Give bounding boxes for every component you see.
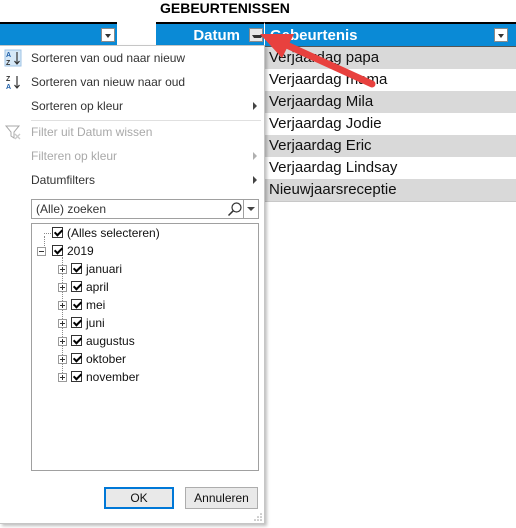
ok-button[interactable]: OK [104, 487, 174, 509]
checkbox-checked[interactable] [52, 227, 63, 238]
clear-filter-label: Filter uit Datum wissen [31, 125, 153, 139]
filter-menu: A Z Sorteren van oud naar nieuw Z A Sort… [0, 45, 265, 524]
svg-text:Z: Z [6, 76, 11, 83]
cancel-button[interactable]: Annuleren [185, 487, 258, 509]
submenu-arrow-icon [253, 152, 257, 160]
sort-descending-item[interactable]: Z A Sorteren van nieuw naar oud [0, 71, 265, 93]
header-cell-left [0, 22, 117, 47]
filter-by-color-item[interactable]: Filteren op kleur [0, 145, 265, 167]
checkbox-checked[interactable] [71, 299, 82, 310]
expand-toggle-icon[interactable] [58, 355, 67, 364]
checkbox-checked[interactable] [71, 281, 82, 292]
checkbox-checked[interactable] [71, 353, 82, 364]
expand-toggle-icon[interactable] [58, 319, 67, 328]
sort-by-color-item[interactable]: Sorteren op kleur [0, 95, 265, 117]
sort-ascending-icon: A Z [4, 49, 22, 67]
tree-item-label: mei [86, 298, 106, 312]
svg-text:A: A [6, 52, 11, 59]
tree-item-label: april [86, 280, 109, 294]
expand-toggle-icon[interactable] [58, 337, 67, 346]
checkbox-checked[interactable] [52, 245, 63, 256]
checkbox-checked[interactable] [71, 335, 82, 346]
tree-item-label: augustus [86, 334, 135, 348]
tree-item-label: november [86, 370, 140, 384]
search-icon [227, 202, 242, 217]
sheet-title: GEBEURTENISSEN [160, 0, 290, 16]
expand-toggle-icon[interactable] [58, 265, 67, 274]
svg-text:Z: Z [6, 60, 11, 67]
filter-value-tree: (Alles selecteren) 2019 januari april me… [31, 223, 259, 471]
tree-item-label: juni [86, 316, 105, 330]
expand-toggle-icon[interactable] [58, 301, 67, 310]
tree-item-label: januari [86, 262, 123, 276]
header-cell-datum: Datum [156, 22, 265, 47]
table-row[interactable]: Verjaardag Lindsay [265, 157, 516, 179]
header-datum-label: Datum [193, 27, 240, 44]
search-options-dropdown[interactable] [243, 200, 258, 218]
sort-ascending-label: Sorteren van oud naar nieuw [31, 51, 186, 65]
checkbox-checked[interactable] [71, 371, 82, 382]
expand-toggle-icon[interactable] [58, 283, 67, 292]
clear-filter-item[interactable]: Filter uit Datum wissen [0, 121, 265, 143]
table-row[interactable]: Nieuwjaarsreceptie [265, 179, 516, 201]
checkbox-checked[interactable] [71, 317, 82, 328]
tree-item-label: 2019 [67, 244, 94, 258]
clear-filter-icon [4, 125, 21, 140]
filter-dropdown-button-left[interactable] [101, 28, 115, 42]
date-filters-label: Datumfilters [31, 173, 96, 187]
svg-text:A: A [6, 84, 11, 91]
sort-descending-label: Sorteren van nieuw naar oud [31, 75, 186, 89]
expand-toggle-icon[interactable] [58, 373, 67, 382]
date-filters-item[interactable]: Datumfilters [0, 169, 265, 191]
gebeurtenis-filter-button[interactable] [494, 28, 508, 42]
table-row[interactable]: Verjaardag Jodie [265, 113, 516, 135]
search-input[interactable] [32, 200, 230, 218]
sort-descending-icon: Z A [6, 76, 20, 91]
filter-by-color-label: Filteren op kleur [31, 149, 118, 163]
filter-search-box [31, 199, 259, 219]
checkbox-checked[interactable] [71, 263, 82, 274]
table-row[interactable]: Verjaardag Eric [265, 135, 516, 157]
tree-item-label: oktober [86, 352, 127, 366]
tree-item-label: (Alles selecteren) [67, 226, 160, 240]
submenu-arrow-icon [253, 102, 257, 110]
collapse-toggle-icon[interactable] [37, 247, 46, 256]
submenu-arrow-icon [253, 176, 257, 184]
annotation-arrow-icon [260, 34, 376, 88]
sort-ascending-item[interactable]: A Z Sorteren van oud naar nieuw [0, 47, 265, 69]
sort-by-color-label: Sorteren op kleur [31, 99, 124, 113]
resize-grip-icon[interactable] [254, 513, 262, 521]
